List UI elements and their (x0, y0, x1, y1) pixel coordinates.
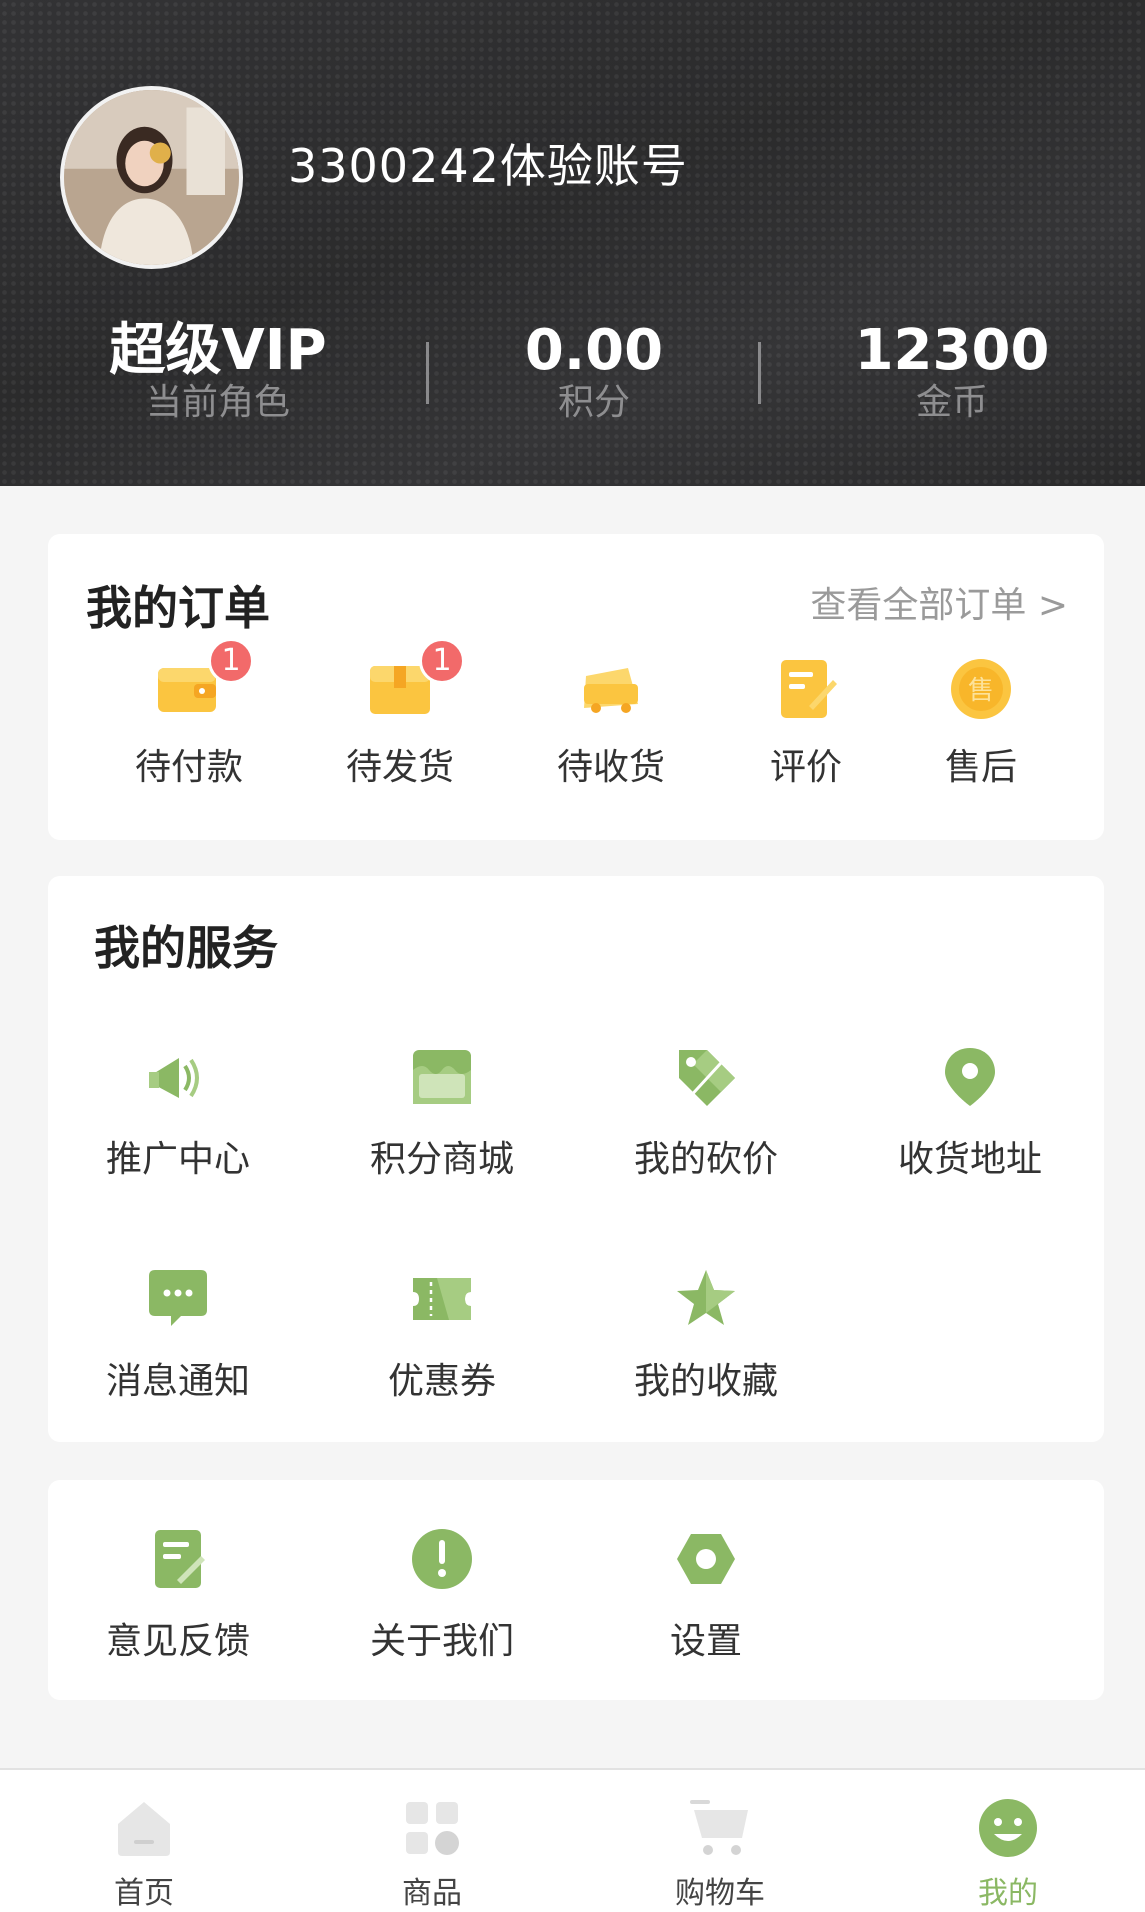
service-shipping-address[interactable]: 收货地址 (870, 1044, 1070, 1182)
misc-label: 关于我们 (369, 1621, 514, 1662)
coupon-icon (413, 1278, 471, 1320)
tab-label: 我的 (978, 1876, 1038, 1911)
order-after-sale[interactable]: 售 售后 (896, 654, 1066, 790)
order-label: 待付款 (134, 747, 243, 788)
after-sale-icon: 售 (951, 659, 1011, 719)
avatar[interactable] (60, 86, 243, 269)
stat-divider (426, 342, 429, 404)
service-label: 我的收藏 (633, 1361, 778, 1402)
stat-divider (758, 342, 761, 404)
services-title: 我的服务 (94, 921, 278, 975)
service-my-bargain[interactable]: 我的砍价 (606, 1044, 806, 1182)
service-label: 消息通知 (105, 1361, 250, 1402)
misc-label: 设置 (669, 1621, 742, 1662)
orders-title: 我的订单 (86, 581, 270, 635)
role-value: 超级VIP (109, 318, 327, 383)
star-icon (677, 1270, 735, 1325)
profile-header: 3300242体验账号 超级VIP 当前角色 0.00 积分 12300 金币 (0, 0, 1145, 486)
order-pending-payment[interactable]: 1 待付款 (104, 638, 274, 790)
view-all-orders-link[interactable]: 查看全部订单 > (810, 576, 1068, 628)
truck-icon (584, 668, 638, 713)
tab-label: 购物车 (675, 1876, 765, 1911)
feedback-icon (155, 1530, 205, 1588)
points-value: 0.00 (524, 318, 664, 383)
misc-settings[interactable]: 设置 (606, 1526, 806, 1664)
stat-role: 超级VIP 当前角色 (98, 315, 338, 425)
service-points-mall[interactable]: 积分商城 (342, 1044, 542, 1182)
after-sale-icon-text: 售 (968, 676, 994, 706)
services-card: 我的服务 推广中心 积分商城 我的砍价 收货地址 消息通知 优惠券 我的收藏 (48, 876, 1104, 1442)
tab-cart[interactable]: 购物车 (640, 1796, 800, 1912)
service-notifications[interactable]: 消息通知 (78, 1266, 278, 1404)
tab-label: 商品 (402, 1876, 462, 1911)
service-my-favorites[interactable]: 我的收藏 (606, 1266, 806, 1404)
misc-feedback[interactable]: 意见反馈 (78, 1526, 278, 1664)
badge-count: 1 (208, 638, 254, 684)
misc-about-us[interactable]: 关于我们 (342, 1526, 542, 1664)
points-label: 积分 (557, 382, 630, 423)
tab-mine[interactable]: 我的 (928, 1796, 1088, 1912)
service-label: 优惠券 (387, 1361, 496, 1402)
username: 3300242体验账号 (288, 139, 688, 193)
order-label: 评价 (769, 747, 842, 788)
role-label: 当前角色 (145, 382, 290, 423)
service-coupons[interactable]: 优惠券 (342, 1266, 542, 1404)
shop-icon (413, 1050, 471, 1104)
order-label: 售后 (944, 747, 1017, 788)
tab-home[interactable]: 首页 (64, 1796, 224, 1912)
cart-icon (690, 1800, 748, 1855)
bottom-tab-bar: 首页 商品 购物车 我的 (0, 1768, 1145, 1912)
coins-value: 12300 (854, 318, 1050, 383)
message-icon (149, 1270, 207, 1326)
order-label: 待发货 (345, 747, 454, 788)
badge-count: 1 (419, 638, 465, 684)
stat-points[interactable]: 0.00 积分 (474, 315, 714, 425)
settings-icon (677, 1534, 735, 1584)
order-pending-shipment[interactable]: 1 待发货 (315, 638, 485, 790)
home-icon (118, 1802, 170, 1856)
price-tag-icon (679, 1050, 735, 1106)
coins-label: 金币 (915, 382, 988, 423)
tab-products[interactable]: 商品 (352, 1796, 512, 1912)
order-pending-receipt[interactable]: 待收货 (526, 654, 696, 790)
stat-coins[interactable]: 12300 金币 (832, 315, 1072, 425)
service-label: 推广中心 (105, 1139, 250, 1180)
grid-icon (406, 1802, 459, 1855)
location-pin-icon (945, 1048, 995, 1106)
info-icon (412, 1529, 472, 1589)
misc-label: 意见反馈 (105, 1621, 250, 1662)
megaphone-icon (149, 1058, 199, 1098)
review-icon (781, 660, 837, 718)
misc-card: 意见反馈 关于我们 设置 (48, 1480, 1104, 1700)
profile-face-icon (979, 1799, 1037, 1857)
service-promotion-center[interactable]: 推广中心 (78, 1044, 278, 1182)
order-label: 待收货 (556, 747, 665, 788)
orders-card: 我的订单 查看全部订单 > 1 待付款 1 待发货 待收货 评价 售 售后 (48, 534, 1104, 840)
avatar-image (64, 90, 239, 265)
service-label: 收货地址 (897, 1139, 1042, 1180)
service-label: 我的砍价 (633, 1139, 778, 1180)
tab-label: 首页 (114, 1876, 174, 1911)
order-review[interactable]: 评价 (721, 654, 891, 790)
service-label: 积分商城 (369, 1139, 514, 1180)
